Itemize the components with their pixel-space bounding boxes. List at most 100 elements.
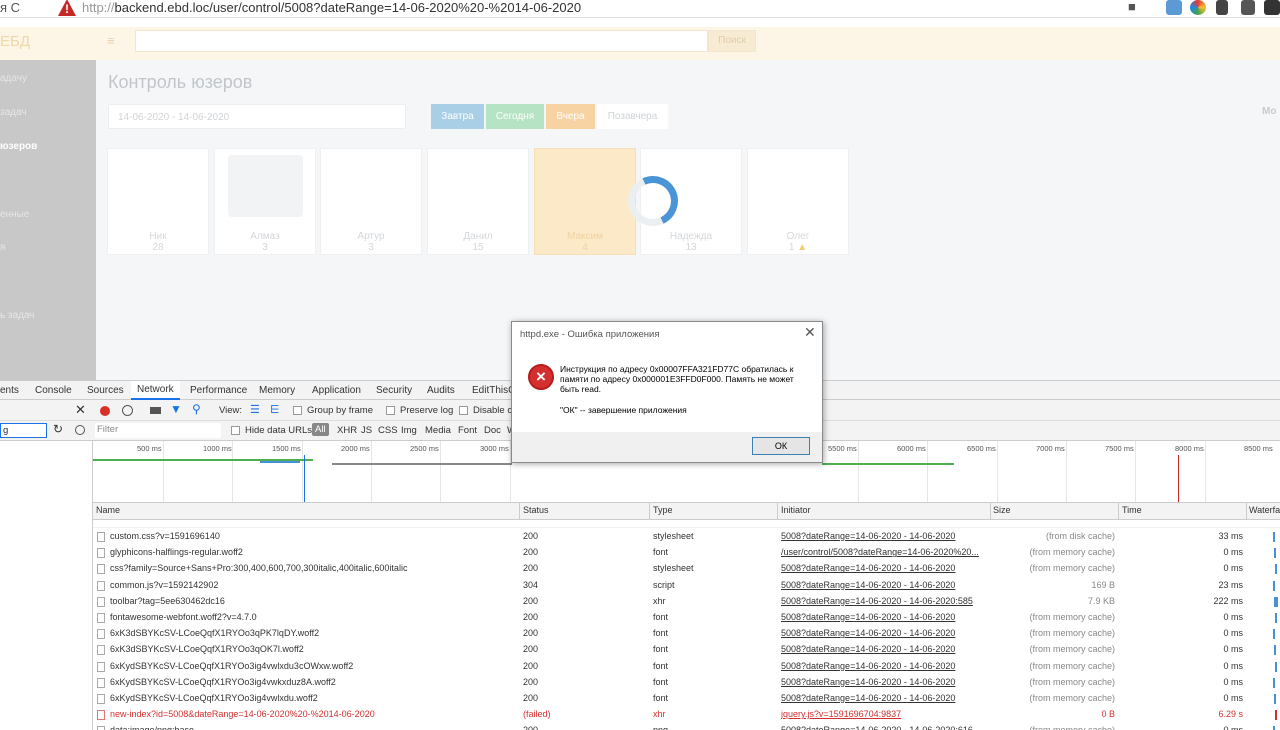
table-row[interactable]: 6xKydSBYKcSV-LCoeQqfX1RYOo3ig4vwkxduz8A.…	[93, 675, 1280, 691]
today-button[interactable]: Сегодня	[486, 104, 544, 129]
filter-type-font[interactable]: Font	[458, 425, 477, 436]
filter-type-js[interactable]: JS	[361, 425, 372, 436]
request-initiator[interactable]: jquery.js?v=1591696704:9837	[781, 709, 986, 719]
col-name[interactable]: Name	[96, 505, 120, 515]
hide-data-urls-checkbox[interactable]	[231, 426, 240, 435]
user-card-active[interactable]: Максим 4	[534, 148, 636, 255]
request-name[interactable]: data:image/png;base...	[110, 725, 515, 730]
request-name[interactable]: fontawesome-webfont.woff2?v=4.7.0	[110, 612, 515, 622]
preserve-log-checkbox[interactable]	[386, 406, 395, 415]
col-status[interactable]: Status	[523, 505, 549, 515]
clear-search-icon[interactable]	[75, 425, 85, 435]
request-initiator[interactable]: 5008?dateRange=14-06-2020 - 14-06-2020	[781, 693, 986, 703]
col-type[interactable]: Type	[653, 505, 673, 515]
tab-performance[interactable]: Performance	[190, 385, 247, 396]
tab-memory[interactable]: Memory	[259, 385, 295, 396]
search-field[interactable]: g	[0, 423, 47, 438]
table-row[interactable]: 6xKydSBYKcSV-LCoeQqfX1RYOo3ig4vwlxdu.wof…	[93, 691, 1280, 707]
col-divider[interactable]	[519, 503, 520, 520]
yesterday-button[interactable]: Вчера	[546, 104, 595, 129]
col-initiator[interactable]: Initiator	[781, 505, 811, 515]
request-name[interactable]: 6xK3dSBYKcSV-LCoeQqfX1RYOo3qOK7l.woff2	[110, 644, 515, 654]
col-time[interactable]: Time	[1122, 505, 1142, 515]
user-card[interactable]: Данил 15	[427, 148, 529, 255]
request-initiator[interactable]: 5008?dateRange=14-06-2020 - 14-06-2020	[781, 628, 986, 638]
filter-icon[interactable]: ▼	[170, 402, 182, 416]
color-extension-icon[interactable]	[1190, 0, 1206, 15]
table-row[interactable]: glyphicons-halflings-regular.woff2 200 fon…	[93, 545, 1280, 561]
col-divider[interactable]	[990, 503, 991, 520]
day-before-yesterday-button[interactable]: Позавчера	[597, 104, 668, 129]
extension-icon-last[interactable]	[1264, 0, 1280, 15]
col-waterfall[interactable]: Waterfall	[1249, 505, 1280, 515]
sidebar-item-active[interactable]: юзеров	[0, 141, 37, 152]
filter-type-all[interactable]: All	[312, 423, 329, 436]
table-row[interactable]: data:image/png;base... 200 png 5008?dateRan…	[93, 723, 1280, 730]
tab-network[interactable]: Network	[131, 381, 180, 400]
tab-audits[interactable]: Audits	[427, 385, 455, 396]
filter-type-doc[interactable]: Doc	[484, 425, 501, 436]
table-row[interactable]: common.js?v=1592142902 304 script 5008?date…	[93, 578, 1280, 594]
refresh-icon[interactable]: ↻	[53, 422, 63, 436]
request-initiator[interactable]: /user/control/5008?dateRange=14-06-2020%…	[781, 547, 986, 557]
table-row[interactable]: 6xK3dSBYKcSV-LCoeQqfX1RYOo3qPK7lqDY.woff…	[93, 626, 1280, 642]
request-initiator[interactable]: 5008?dateRange=14-06-2020 - 14-06-2020:6…	[781, 725, 986, 730]
pen-extension-icon[interactable]	[1216, 0, 1228, 15]
request-name[interactable]: custom.css?v=1591696140	[110, 531, 515, 541]
tab-security[interactable]: Security	[376, 385, 412, 396]
request-initiator[interactable]: 5008?dateRange=14-06-2020 - 14-06-2020	[781, 677, 986, 687]
dialog-close-icon[interactable]: ✕	[804, 324, 816, 341]
request-name[interactable]: 6xKydSBYKcSV-LCoeQqfX1RYOo3ig4vwlxdu.wof…	[110, 693, 515, 703]
close-icon[interactable]: ✕	[75, 402, 86, 418]
sidebar-item[interactable]: енные	[0, 209, 29, 220]
extension-icon[interactable]	[1166, 0, 1182, 15]
sidebar-item[interactable]: я	[0, 242, 5, 253]
filter-type-xhr[interactable]: XHR	[337, 425, 357, 436]
tab-sources[interactable]: Sources	[87, 385, 124, 396]
table-row[interactable]: custom.css?v=1591696140 200 stylesheet 5008…	[93, 529, 1280, 545]
filter-type-media[interactable]: Media	[425, 425, 451, 436]
disable-cache-checkbox[interactable]	[459, 406, 468, 415]
address-bar[interactable]: я C ! http://backend.ebd.loc/user/contro…	[0, 0, 1280, 18]
ok-button[interactable]: ОК	[752, 437, 810, 455]
table-row[interactable]: css?family=Source+Sans+Pro:300,400,600,7…	[93, 561, 1280, 577]
request-name[interactable]: 6xKydSBYKcSV-LCoeQqfX1RYOo3ig4vwkxduz8A.…	[110, 677, 515, 687]
jb-extension-icon[interactable]	[1241, 0, 1255, 15]
tab-application[interactable]: Application	[312, 385, 361, 396]
request-name[interactable]: 6xK3dSBYKcSV-LCoeQqfX1RYOo3qPK7lqDY.woff…	[110, 628, 515, 638]
bookmark-icon[interactable]: ■	[1128, 0, 1136, 14]
request-name[interactable]: 6xKydSBYKcSV-LCoeQqfX1RYOo3ig4vwlxdu3cOW…	[110, 661, 515, 671]
filter-input[interactable]: Filter	[95, 423, 221, 438]
table-row[interactable]: new-index?id=5008&dateRange=14-06-2020%2…	[93, 707, 1280, 723]
request-name[interactable]: glyphicons-halflings-regular.woff2	[110, 547, 515, 557]
request-initiator[interactable]: 5008?dateRange=14-06-2020 - 14-06-2020	[781, 580, 986, 590]
table-row[interactable]: 6xK3dSBYKcSV-LCoeQqfX1RYOo3qOK7l.woff2 20…	[93, 642, 1280, 658]
user-card[interactable]: Ник 28	[107, 148, 209, 255]
col-divider[interactable]	[777, 503, 778, 520]
filter-type-img[interactable]: Img	[401, 425, 417, 436]
search-input[interactable]	[135, 30, 708, 52]
request-initiator[interactable]: 5008?dateRange=14-06-2020 - 14-06-2020	[781, 563, 986, 573]
request-name[interactable]: common.js?v=1592142902	[110, 580, 515, 590]
request-initiator[interactable]: 5008?dateRange=14-06-2020 - 14-06-2020:5…	[781, 596, 986, 606]
col-divider[interactable]	[649, 503, 650, 520]
request-name[interactable]: toolbar?tag=5ee630462dc16	[110, 596, 515, 606]
browser-nav-icons[interactable]: я C	[0, 0, 20, 15]
waterfall-view-icon[interactable]: ⋿	[270, 403, 280, 416]
group-by-frame-checkbox[interactable]	[293, 406, 302, 415]
screenshot-icon[interactable]	[150, 407, 161, 414]
record-icon[interactable]	[100, 406, 110, 416]
search-icon[interactable]: ⚲	[192, 402, 201, 416]
logo[interactable]: ЕБД	[0, 33, 30, 50]
user-card[interactable]: Олег 1 ▲	[747, 148, 849, 255]
not-secure-warning-icon[interactable]: !	[58, 0, 76, 16]
tomorrow-button[interactable]: Завтра	[431, 104, 484, 129]
sidebar-item[interactable]: задач	[0, 107, 27, 118]
sidebar-item[interactable]: адачу	[0, 73, 27, 84]
table-row[interactable]: toolbar?tag=5ee630462dc16 200 xhr 5008?date…	[93, 594, 1280, 610]
request-name[interactable]: new-index?id=5008&dateRange=14-06-2020%2…	[110, 709, 515, 719]
date-range-input[interactable]: 14-06-2020 - 14-06-2020	[108, 104, 406, 129]
table-row[interactable]: fontawesome-webfont.woff2?v=4.7.0 200 font…	[93, 610, 1280, 626]
filter-type-css[interactable]: CSS	[378, 425, 398, 436]
sidebar-item[interactable]: ь задач	[0, 310, 35, 321]
